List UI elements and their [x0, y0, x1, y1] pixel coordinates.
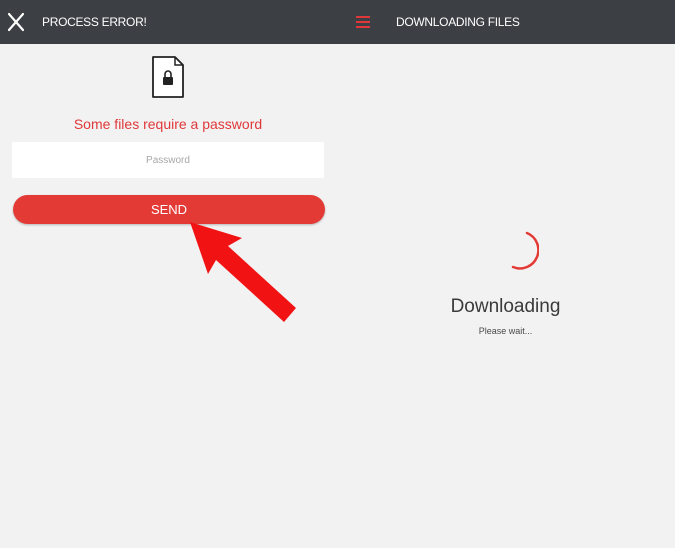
downloading-status: Downloading — [450, 296, 561, 317]
locked-file-icon — [152, 56, 184, 98]
red-pointer-arrow — [190, 222, 296, 322]
password-required-message: Some files require a password — [73, 116, 263, 132]
app-screen: PROCESS ERROR! DOWNLOADING FILES Some fi… — [0, 0, 675, 548]
downloading-files-title: DOWNLOADING FILES — [396, 15, 520, 29]
menu-icon — [356, 16, 370, 28]
password-input[interactable] — [12, 142, 324, 178]
close-icon — [7, 12, 25, 32]
loading-spinner-icon — [511, 231, 539, 270]
please-wait-text: Please wait... — [478, 326, 533, 336]
close-button[interactable] — [6, 11, 26, 33]
process-error-title: PROCESS ERROR! — [42, 15, 147, 29]
top-bar: PROCESS ERROR! DOWNLOADING FILES — [0, 0, 675, 44]
menu-button[interactable] — [356, 16, 370, 28]
